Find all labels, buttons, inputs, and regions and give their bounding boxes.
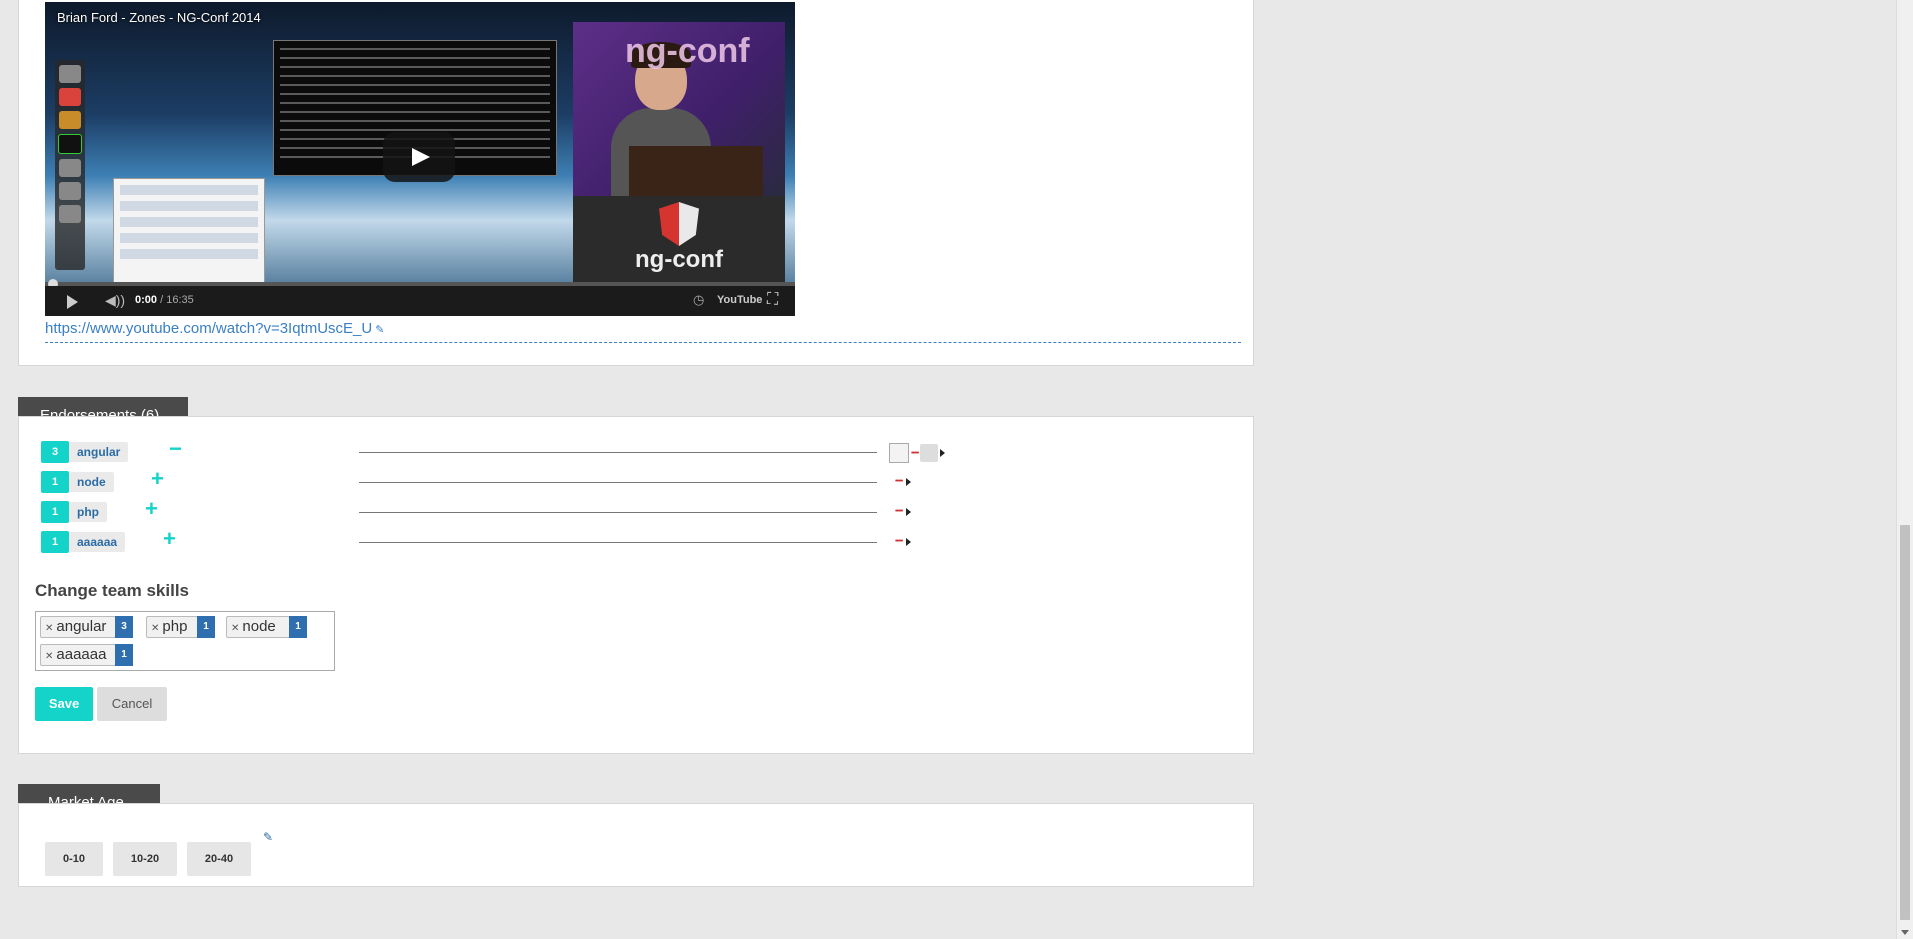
divider bbox=[45, 342, 1241, 343]
cancel-button[interactable]: Cancel bbox=[97, 687, 167, 721]
plus-icon[interactable]: + bbox=[145, 498, 158, 520]
tag-count: 1 bbox=[115, 644, 133, 666]
remove-tag-icon[interactable]: ✕ bbox=[45, 651, 53, 662]
skill-label[interactable]: php bbox=[69, 502, 107, 522]
page-scrollbar[interactable] bbox=[1896, 0, 1913, 939]
ng-conf-logo: ng-conf bbox=[573, 196, 785, 282]
endorsement-row: 1 node + ••••• bbox=[41, 468, 961, 493]
endorser-name[interactable]: ••••• bbox=[895, 538, 903, 545]
dock-bar bbox=[55, 60, 85, 270]
endorser-name[interactable]: ••••• bbox=[895, 478, 903, 485]
time-current: 0:00 bbox=[135, 294, 158, 306]
video-url-link[interactable]: https://www.youtube.com/watch?v=3IqtmUsc… bbox=[45, 320, 384, 337]
tag-label: node bbox=[242, 618, 276, 635]
tag-count: 3 bbox=[115, 616, 133, 638]
endorsers: ••••• bbox=[893, 473, 912, 491]
edit-icon[interactable]: ✎ bbox=[263, 830, 273, 844]
browser-window bbox=[113, 178, 265, 284]
endorsers: ••••• bbox=[889, 443, 946, 463]
endorsers: ••••• bbox=[893, 503, 912, 521]
video-title[interactable]: Brian Ford - Zones - NG-Conf 2014 bbox=[57, 10, 261, 25]
tag-count: 1 bbox=[289, 616, 307, 638]
ng-conf-backdrop-text: ng-conf bbox=[625, 32, 750, 70]
market-age-panel: 0-10 10-20 20-40 ✎ bbox=[18, 803, 1254, 887]
endorser-avatar[interactable] bbox=[920, 444, 939, 462]
skill-label[interactable]: node bbox=[69, 472, 114, 492]
tag-label: aaaaaa bbox=[56, 646, 107, 663]
endorser-name[interactable]: ••••• bbox=[895, 508, 903, 515]
scrollbar-thumb[interactable] bbox=[1900, 525, 1910, 920]
row-divider bbox=[359, 542, 877, 543]
age-option-10-20[interactable]: 10-20 bbox=[113, 842, 177, 876]
endorsement-row: 3 angular − ••••• bbox=[41, 438, 961, 463]
endorsement-row: 1 php + ••••• bbox=[41, 498, 961, 523]
skill-tag: ✕ node 1 bbox=[226, 616, 307, 638]
endorsements-panel: 3 angular − ••••• 1 node + ••••• 1 php +… bbox=[18, 416, 1254, 754]
skill-tag: ✕ php 1 bbox=[146, 616, 215, 638]
expand-arrow-icon[interactable] bbox=[906, 507, 912, 516]
time-display: 0:00 / 16:35 bbox=[135, 294, 194, 306]
expand-arrow-icon[interactable] bbox=[940, 449, 946, 457]
plus-icon[interactable]: + bbox=[151, 468, 164, 490]
remove-tag-icon[interactable]: ✕ bbox=[45, 623, 53, 634]
ng-conf-logo-text: ng-conf bbox=[635, 246, 723, 273]
skill-tag: ✕ angular 3 bbox=[40, 616, 133, 638]
video-controls: ◀)) 0:00 / 16:35 ◷ YouTube ⛶ bbox=[45, 286, 795, 316]
plus-icon[interactable]: + bbox=[163, 528, 176, 550]
endorsers: ••••• bbox=[893, 533, 912, 551]
endorsement-count: 1 bbox=[41, 471, 69, 493]
endorsement-count: 1 bbox=[41, 501, 69, 523]
minus-icon[interactable]: − bbox=[169, 438, 182, 460]
row-divider bbox=[359, 452, 877, 453]
youtube-logo[interactable]: YouTube bbox=[717, 294, 762, 306]
remove-tag-icon[interactable]: ✕ bbox=[151, 623, 159, 634]
age-option-20-40[interactable]: 20-40 bbox=[187, 842, 251, 876]
skill-tag: ✕ aaaaaa 1 bbox=[40, 644, 133, 666]
external-link-icon: ✎ bbox=[375, 324, 385, 336]
angular-shield-icon bbox=[659, 202, 699, 246]
play-button[interactable] bbox=[383, 132, 455, 182]
row-divider bbox=[359, 482, 877, 483]
fullscreen-icon[interactable]: ⛶ bbox=[767, 291, 778, 309]
skills-tag-input[interactable]: ✕ angular 3 ✕ php 1 ✕ node 1 ✕ aaaaaa 1 bbox=[35, 611, 335, 671]
watch-later-icon[interactable]: ◷ bbox=[693, 292, 704, 308]
tag-count: 1 bbox=[197, 616, 215, 638]
video-panel: ng-conf ng-conf Brian Ford - Zones - NG-… bbox=[18, 0, 1254, 366]
endorsement-count: 1 bbox=[41, 531, 69, 553]
tag-label: php bbox=[162, 618, 188, 635]
video-player[interactable]: ng-conf ng-conf Brian Ford - Zones - NG-… bbox=[45, 2, 795, 316]
endorsement-count: 3 bbox=[41, 441, 69, 463]
play-icon[interactable] bbox=[67, 295, 78, 309]
skill-label[interactable]: angular bbox=[69, 442, 129, 462]
remove-tag-icon[interactable]: ✕ bbox=[231, 623, 239, 634]
expand-arrow-icon[interactable] bbox=[906, 477, 912, 486]
age-option-0-10[interactable]: 0-10 bbox=[45, 842, 103, 876]
endorsement-row: 1 aaaaaa + ••••• bbox=[41, 528, 961, 553]
change-team-skills-heading: Change team skills bbox=[35, 581, 190, 600]
endorser-name[interactable]: ••••• bbox=[911, 450, 919, 457]
expand-arrow-icon[interactable] bbox=[906, 537, 912, 546]
save-button[interactable]: Save bbox=[35, 687, 93, 721]
tag-label: angular bbox=[56, 618, 107, 635]
skill-label[interactable]: aaaaaa bbox=[69, 532, 126, 552]
endorser-image[interactable] bbox=[889, 443, 909, 463]
row-divider bbox=[359, 512, 877, 513]
volume-icon[interactable]: ◀)) bbox=[105, 292, 125, 309]
time-total: / 16:35 bbox=[160, 294, 194, 306]
scroll-down-arrow-icon[interactable] bbox=[1901, 930, 1909, 935]
video-url-text: https://www.youtube.com/watch?v=3IqtmUsc… bbox=[45, 320, 373, 337]
